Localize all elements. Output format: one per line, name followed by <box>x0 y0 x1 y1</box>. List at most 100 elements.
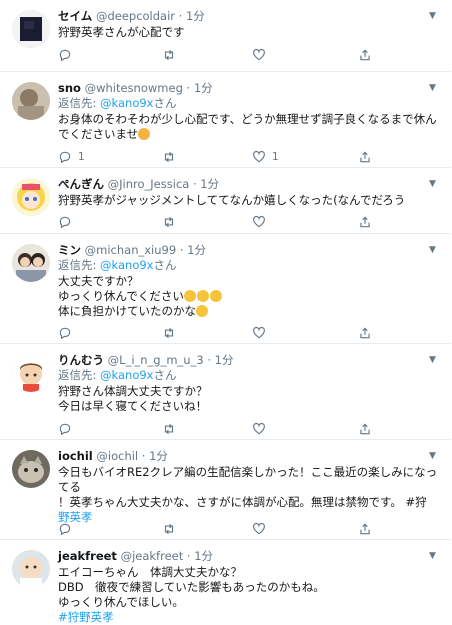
tweet[interactable]: りんむう @L_i_n_g_m_u_3 · 1分 ▼ 返信先: @kano9xさ… <box>0 344 451 440</box>
tweet[interactable]: ミン @michan_xiu99 · 1分 ▼ 返信先: @kano9xさん 大… <box>0 234 451 344</box>
display-name[interactable]: セイム <box>58 9 92 23</box>
tweet[interactable]: sno @whitesnowmeg · 1分 ▼ 返信先: @kano9xさん … <box>0 72 451 168</box>
avatar[interactable] <box>12 82 50 120</box>
share-button[interactable] <box>358 325 372 341</box>
reply-button[interactable] <box>58 521 72 537</box>
reply-button[interactable] <box>58 421 72 437</box>
like-button[interactable] <box>252 47 266 63</box>
tweet-line: エイコーちゃん 体調大丈夫かな？ <box>58 565 242 579</box>
like-button[interactable] <box>252 421 266 437</box>
heart-icon <box>253 215 265 228</box>
tweet-text: 狩野さん体調大丈夫ですか？ 今日は早く寝てくださいね！ <box>58 384 439 414</box>
reply-mention-link[interactable]: @kano9x <box>100 258 153 272</box>
share-button[interactable] <box>358 421 372 437</box>
tweet-line: ゆっくり休んでほしい。 <box>58 595 184 609</box>
handle[interactable]: @whitesnowmeg <box>85 81 183 95</box>
display-name[interactable]: りんむう <box>58 353 104 367</box>
tweet-header: iochil @iochil · 1分 <box>58 449 168 463</box>
timestamp[interactable]: 1分 <box>149 449 168 463</box>
handle[interactable]: @iochil <box>96 449 138 463</box>
tweet-header: りんむう @L_i_n_g_m_u_3 · 1分 <box>58 353 234 367</box>
avatar[interactable] <box>12 178 50 216</box>
retweet-icon <box>164 151 174 163</box>
tweet-line: ！英孝ちゃん大丈夫かな、さすがに体調が心配。無理は禁物です。 #狩 <box>58 495 427 509</box>
heart-icon <box>253 326 265 339</box>
like-count: 1 <box>272 151 279 163</box>
timestamp[interactable]: 1分 <box>187 243 206 257</box>
tweet[interactable]: ぺんぎん @Jinro_Jessica · 1分 ▼ 狩野英孝がジャッジメントし… <box>0 168 451 234</box>
share-button[interactable] <box>358 521 372 537</box>
retweet-button[interactable] <box>162 325 176 341</box>
timestamp[interactable]: 1分 <box>200 177 219 191</box>
reply-button[interactable] <box>58 214 72 230</box>
handle[interactable]: @L_i_n_g_m_u_3 <box>108 353 204 367</box>
tweet[interactable]: セイム @deepcoldair · 1分 ▼ 狩野英孝さんが心配です <box>0 0 451 72</box>
confounded-emoji-icon <box>196 290 209 302</box>
chevron-down-icon[interactable]: ▼ <box>426 10 439 23</box>
photo-avatar-image <box>12 82 50 120</box>
display-name[interactable]: sno <box>58 81 81 95</box>
reply-button[interactable]: 1 <box>58 149 85 165</box>
cartoon-boy-avatar-image <box>12 354 50 392</box>
avatar[interactable] <box>12 354 50 392</box>
timestamp[interactable]: 1分 <box>215 353 234 367</box>
reply-context: 返信先: @kano9xさん <box>58 368 177 382</box>
reply-mention-link[interactable]: @kano9x <box>100 96 153 110</box>
like-button[interactable] <box>252 325 266 341</box>
chevron-down-icon[interactable]: ▼ <box>426 82 439 95</box>
tweet-actions <box>58 421 388 437</box>
retweet-icon <box>164 49 174 61</box>
heart-icon <box>253 48 265 61</box>
timestamp[interactable]: 1分 <box>186 9 205 23</box>
timestamp[interactable]: 1分 <box>194 549 213 563</box>
reply-icon <box>59 216 71 229</box>
reply-button[interactable] <box>58 325 72 341</box>
display-name[interactable]: jeakfreet <box>58 549 117 563</box>
tweet-header: sno @whitesnowmeg · 1分 <box>58 81 213 95</box>
share-button[interactable] <box>358 149 372 165</box>
retweet-button[interactable] <box>162 421 176 437</box>
retweet-button[interactable] <box>162 214 176 230</box>
display-name[interactable]: ミン <box>58 243 81 257</box>
avatar[interactable] <box>12 10 50 48</box>
display-name[interactable]: ぺんぎん <box>58 177 104 191</box>
handle[interactable]: @jeakfreet <box>121 549 184 563</box>
avatar[interactable] <box>12 550 50 588</box>
bowing-emoji-icon <box>138 128 151 140</box>
share-icon <box>360 151 370 163</box>
reply-button[interactable] <box>58 47 72 63</box>
display-name[interactable]: iochil <box>58 449 93 463</box>
tweet[interactable]: jeakfreet @jeakfreet · 1分 ▼ エイコーちゃん 体調大丈… <box>0 540 451 624</box>
reply-context: 返信先: @kano9xさん <box>58 96 177 110</box>
avatar[interactable] <box>12 450 50 488</box>
tweet[interactable]: iochil @iochil · 1分 ▼ 今日もバイオRE2クレア編の生配信楽… <box>0 440 451 540</box>
avatar[interactable] <box>12 244 50 282</box>
handle[interactable]: @michan_xiu99 <box>85 243 177 257</box>
like-button[interactable]: 1 <box>252 149 279 165</box>
share-icon <box>360 216 370 228</box>
tweet-line: お身体のそわそわが少し心配です、どうか無理せず調子良くなるまで休ん <box>58 112 437 126</box>
hashtag-link[interactable]: #狩野英孝 <box>58 610 114 624</box>
chevron-down-icon[interactable]: ▼ <box>426 450 439 463</box>
like-button[interactable] <box>252 214 266 230</box>
share-button[interactable] <box>358 47 372 63</box>
retweet-button[interactable] <box>162 521 176 537</box>
chevron-down-icon[interactable]: ▼ <box>426 550 439 563</box>
timestamp[interactable]: 1分 <box>194 81 213 95</box>
retweet-button[interactable] <box>162 47 176 63</box>
like-button[interactable] <box>252 521 266 537</box>
chevron-down-icon[interactable]: ▼ <box>426 354 439 367</box>
share-button[interactable] <box>358 214 372 230</box>
share-icon <box>360 49 370 61</box>
handle[interactable]: @Jinro_Jessica <box>108 177 190 191</box>
tweet-line: 今日もバイオRE2クレア編の生配信楽しかった！ここ最近の楽しみになってる <box>58 465 438 494</box>
chevron-down-icon[interactable]: ▼ <box>426 178 439 191</box>
confounded-emoji-icon <box>183 290 196 302</box>
retweet-icon <box>164 216 174 228</box>
handle[interactable]: @deepcoldair <box>96 9 175 23</box>
reply-mention-link[interactable]: @kano9x <box>100 368 153 382</box>
retweet-button[interactable] <box>162 149 176 165</box>
tweet-line: 狩野英孝がジャッジメントしててなんか嬉しくなった(なんでだろう <box>58 193 406 207</box>
chevron-down-icon[interactable]: ▼ <box>426 244 439 257</box>
heart-icon <box>253 150 265 163</box>
